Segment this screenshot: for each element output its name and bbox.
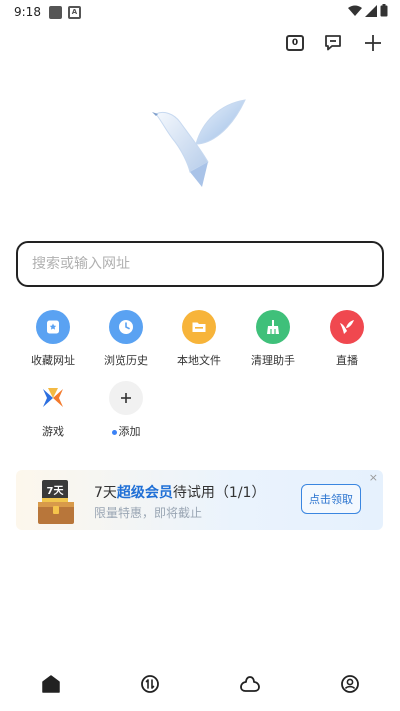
profile-icon xyxy=(341,675,359,693)
search-input[interactable] xyxy=(32,256,368,272)
promo-close-button[interactable]: × xyxy=(369,471,378,484)
shortcut-add[interactable]: 添加 xyxy=(90,381,162,439)
shortcut-label: 直播 xyxy=(336,354,358,367)
promo-subtitle: 限量特惠，即将截止 xyxy=(94,506,203,520)
new-dot-indicator xyxy=(111,429,117,435)
chest-label: 7天 xyxy=(47,485,65,497)
plus-icon xyxy=(109,381,143,415)
nav-cloud[interactable] xyxy=(238,672,262,696)
plus-icon xyxy=(365,35,381,51)
wifi-icon xyxy=(348,5,362,16)
vip-promo-banner[interactable]: × 7天 7天超级会员待试用（1/1） 限量特惠，即将截止 点击领取 xyxy=(16,470,383,530)
message-icon xyxy=(325,35,341,51)
app-logo xyxy=(150,92,250,192)
shortcut-history[interactable]: 浏览历史 xyxy=(90,310,162,368)
promo-title: 7天超级会员待试用（1/1） xyxy=(94,482,265,502)
notification-square-icon xyxy=(48,5,62,19)
shortcut-games[interactable]: 游戏 xyxy=(17,381,89,439)
shortcut-label: 添加 xyxy=(111,423,141,439)
shortcut-bookmarks[interactable]: 收藏网址 xyxy=(17,310,89,368)
shortcut-label: 清理助手 xyxy=(251,354,295,367)
tab-count-button[interactable]: 0 xyxy=(286,35,304,51)
promo-title-suffix: 待试用（1/1） xyxy=(172,485,266,501)
bird-live-icon xyxy=(330,310,364,344)
messages-button[interactable] xyxy=(322,32,344,54)
shortcut-local-files[interactable]: 本地文件 xyxy=(163,310,235,368)
nav-home[interactable] xyxy=(39,672,63,696)
status-indicators xyxy=(348,4,388,17)
promo-title-prefix: 7天 xyxy=(94,485,117,501)
bottom-nav xyxy=(0,672,400,700)
shortcut-label: 本地文件 xyxy=(177,354,221,367)
home-icon xyxy=(42,675,60,693)
add-button[interactable] xyxy=(362,32,384,54)
bird-logo-icon xyxy=(152,99,246,187)
shortcut-label: 游戏 xyxy=(42,425,64,438)
shortcut-live[interactable]: 直播 xyxy=(311,310,383,368)
clock-icon xyxy=(109,310,143,344)
signal-icon xyxy=(365,4,377,17)
folder-icon xyxy=(182,310,216,344)
search-bar[interactable] xyxy=(16,241,384,287)
broom-icon xyxy=(256,310,290,344)
nav-tabs-switch[interactable] xyxy=(138,672,162,696)
shortcut-label: 浏览历史 xyxy=(104,354,148,367)
shortcut-cleaner[interactable]: 清理助手 xyxy=(237,310,309,368)
shortcut-label: 收藏网址 xyxy=(31,354,75,367)
tabs-switch-icon xyxy=(141,675,159,693)
notification-a-icon: A xyxy=(67,5,81,19)
top-actions: 0 xyxy=(286,32,384,54)
nav-profile[interactable] xyxy=(338,672,362,696)
battery-icon xyxy=(380,4,388,17)
shortcut-add-label: 添加 xyxy=(118,425,141,438)
status-bar: 9:18 A xyxy=(0,0,400,24)
promo-title-highlight: 超级会员 xyxy=(116,485,173,501)
status-time: 9:18 xyxy=(14,5,41,19)
bookmark-icon xyxy=(36,310,70,344)
game-x-icon xyxy=(36,381,70,415)
treasure-chest-icon: 7天 xyxy=(32,476,80,526)
claim-button[interactable]: 点击领取 xyxy=(301,484,361,514)
cloud-icon xyxy=(240,676,260,692)
